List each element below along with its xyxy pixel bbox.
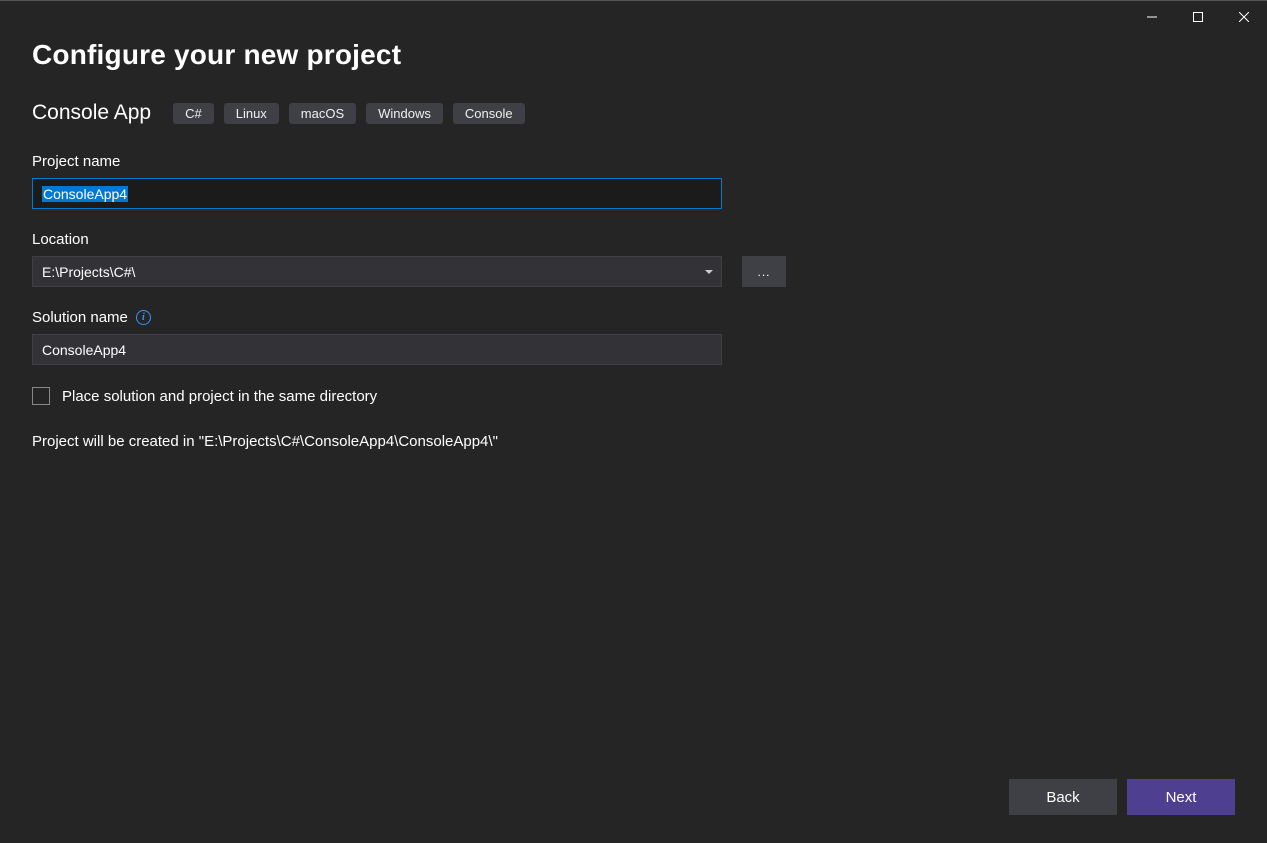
maximize-button[interactable] (1175, 1, 1221, 33)
solution-name-label: Solution name i (32, 309, 1235, 326)
template-name: Console App (32, 101, 151, 125)
location-label: Location (32, 231, 1235, 248)
solution-name-input[interactable]: ConsoleApp4 (32, 334, 722, 365)
browse-button[interactable]: ... (742, 256, 786, 287)
location-combobox[interactable]: E:\Projects\C#\ (32, 256, 722, 287)
creation-path-hint: Project will be created in "E:\Projects\… (32, 433, 1235, 450)
project-name-label: Project name (32, 153, 1235, 170)
same-directory-label: Place solution and project in the same d… (62, 388, 377, 405)
tag-csharp: C# (173, 103, 214, 124)
template-row: Console App C# Linux macOS Windows Conso… (32, 101, 1235, 125)
location-value: E:\Projects\C#\ (42, 264, 135, 280)
window-controls (1129, 1, 1267, 33)
solution-name-label-text: Solution name (32, 309, 128, 326)
footer-buttons: Back Next (1009, 779, 1235, 815)
project-name-value: ConsoleApp4 (42, 186, 128, 202)
tag-windows: Windows (366, 103, 443, 124)
tag-macos: macOS (289, 103, 356, 124)
project-name-input[interactable]: ConsoleApp4 (32, 178, 722, 209)
same-directory-checkbox[interactable] (32, 387, 50, 405)
next-button[interactable]: Next (1127, 779, 1235, 815)
tag-console: Console (453, 103, 525, 124)
close-button[interactable] (1221, 1, 1267, 33)
solution-name-value: ConsoleApp4 (42, 342, 126, 358)
chevron-down-icon (705, 270, 713, 274)
page-title: Configure your new project (32, 39, 1235, 71)
minimize-button[interactable] (1129, 1, 1175, 33)
back-button[interactable]: Back (1009, 779, 1117, 815)
info-icon[interactable]: i (136, 310, 151, 325)
tag-linux: Linux (224, 103, 279, 124)
